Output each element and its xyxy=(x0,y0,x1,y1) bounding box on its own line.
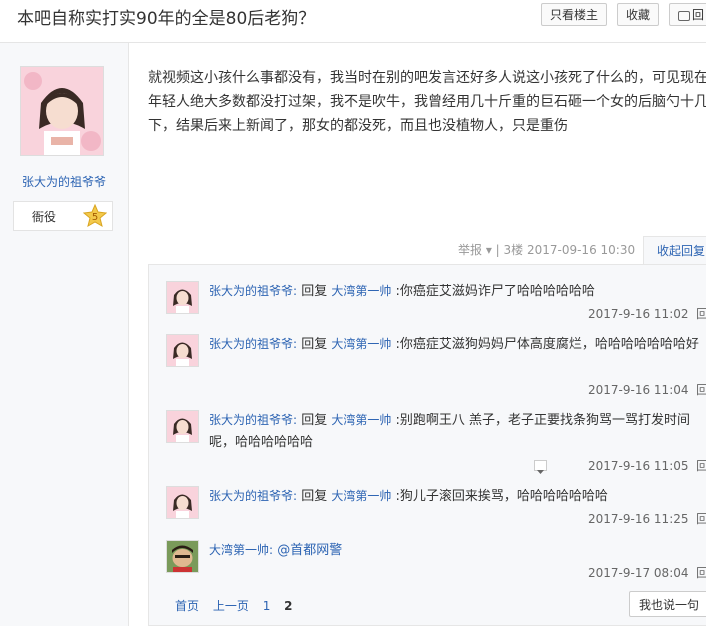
pager-page-2: 2 xyxy=(284,599,293,613)
reply-action[interactable]: 回复 xyxy=(696,512,706,526)
reply-text: 张大为的祖爷爷: 回复 大湾第一帅 :你癌症艾滋妈诈尸了哈哈哈哈哈哈 xyxy=(209,280,706,303)
reply-content: :狗儿子滚回来挨骂，哈哈哈哈哈哈哈 xyxy=(395,489,608,504)
reply-text: 张大为的祖爷爷: 回复 大湾第一帅 :你癌症艾滋狗妈妈尸体高度腐烂，哈哈哈哈哈哈… xyxy=(209,333,706,356)
reply-time: 2017-9-16 11:05 回复 xyxy=(588,457,706,474)
level-star-icon: 5 xyxy=(82,203,108,232)
only-op-button[interactable]: 只看楼主 xyxy=(541,3,607,26)
pager-page-1[interactable]: 1 xyxy=(263,599,271,613)
reply-target[interactable]: 大湾第一帅 xyxy=(331,284,391,298)
post-meta: 举报 ▾ | 3楼 2017-09-16 10:30 xyxy=(458,243,636,257)
post-body: 就视频这小孩什么事都没有，我当时在别的吧发言还好多人说这小孩死了什么的，可见现在… xyxy=(148,70,706,134)
reply-content: :你癌症艾滋妈诈尸了哈哈哈哈哈哈 xyxy=(395,284,595,299)
reply-action[interactable]: 回复 xyxy=(696,307,706,321)
reply-content[interactable]: @首都网警 xyxy=(277,543,342,558)
reply-text: 张大为的祖爷爷: 回复 大湾第一帅 :别跑啊王八 羔子，老子正要找条狗骂一骂打发… xyxy=(209,409,706,454)
reply-verb: 回复 xyxy=(301,489,328,504)
reply-pager: 首页 上一页 1 2 xyxy=(175,597,303,614)
reply-username[interactable]: 张大为的祖爷爷: xyxy=(209,337,297,351)
reply-time: 2017-9-16 11:04 回复 xyxy=(588,381,706,398)
reply-panel: 张大为的祖爷爷: 回复 大湾第一帅 :你癌症艾滋妈诈尸了哈哈哈哈哈哈 2017-… xyxy=(148,264,706,626)
reply-text: 张大为的祖爷爷: 回复 大湾第一帅 :狗儿子滚回来挨骂，哈哈哈哈哈哈哈 xyxy=(209,485,706,508)
reply-text: 大湾第一帅: @首都网警 xyxy=(209,539,706,562)
reply-action[interactable]: 回复 xyxy=(696,459,706,473)
reply-username[interactable]: 张大为的祖爷爷: xyxy=(209,284,297,298)
reply-button[interactable]: 回 xyxy=(669,3,706,26)
reply-verb: 回复 xyxy=(301,337,328,352)
collapse-replies-button[interactable]: 收起回复 xyxy=(643,236,706,264)
author-avatar[interactable] xyxy=(20,66,104,156)
thread-title: 本吧自称实打实90年的全是80后老狗？ xyxy=(17,9,316,29)
rank-label: 衙役 xyxy=(32,210,57,224)
reply-target[interactable]: 大湾第一帅 xyxy=(331,413,391,427)
reply-content: :你癌症艾滋狗妈妈尸体高度腐烂，哈哈哈哈哈哈哈好 xyxy=(395,337,699,352)
reply-target[interactable]: 大湾第一帅 xyxy=(331,337,391,351)
reply-avatar[interactable] xyxy=(166,334,199,367)
say-something-button[interactable]: 我也说一句 xyxy=(629,591,706,617)
author-name[interactable]: 张大为的祖爷爷 xyxy=(0,173,128,190)
thread-header: 本吧自称实打实90年的全是80后老狗？ 只看楼主 收藏 回 xyxy=(0,0,706,43)
level-number: 5 xyxy=(92,212,98,223)
reply-username[interactable]: 大湾第一帅: xyxy=(209,543,273,557)
pager-first[interactable]: 首页 xyxy=(175,599,199,613)
reply-time: 2017-9-17 08:04 回复 xyxy=(588,564,706,581)
reply-verb: 回复 xyxy=(301,284,328,299)
reply-button-label: 回 xyxy=(692,8,705,22)
reply-username[interactable]: 张大为的祖爷爷: xyxy=(209,413,297,427)
reply-time: 2017-9-16 11:02 回复 xyxy=(588,305,706,322)
reply-target[interactable]: 大湾第一帅 xyxy=(331,489,391,503)
reply-icon xyxy=(678,10,690,21)
reply-action[interactable]: 回复 xyxy=(696,383,706,397)
reply-avatar[interactable] xyxy=(166,486,199,519)
reply-username[interactable]: 张大为的祖爷爷: xyxy=(209,489,297,503)
favorite-button[interactable]: 收藏 xyxy=(617,3,659,26)
reply-avatar[interactable] xyxy=(166,540,199,573)
author-rank-badge: 衙役 5 xyxy=(13,201,113,231)
reply-action[interactable]: 回复 xyxy=(696,566,706,580)
reply-verb: 回复 xyxy=(301,413,328,428)
reply-avatar[interactable] xyxy=(166,410,199,443)
reply-time: 2017-9-16 11:25 回复 xyxy=(588,510,706,527)
reply-avatar[interactable] xyxy=(166,281,199,314)
pager-prev[interactable]: 上一页 xyxy=(213,599,249,613)
chevron-down-icon[interactable] xyxy=(534,460,547,474)
